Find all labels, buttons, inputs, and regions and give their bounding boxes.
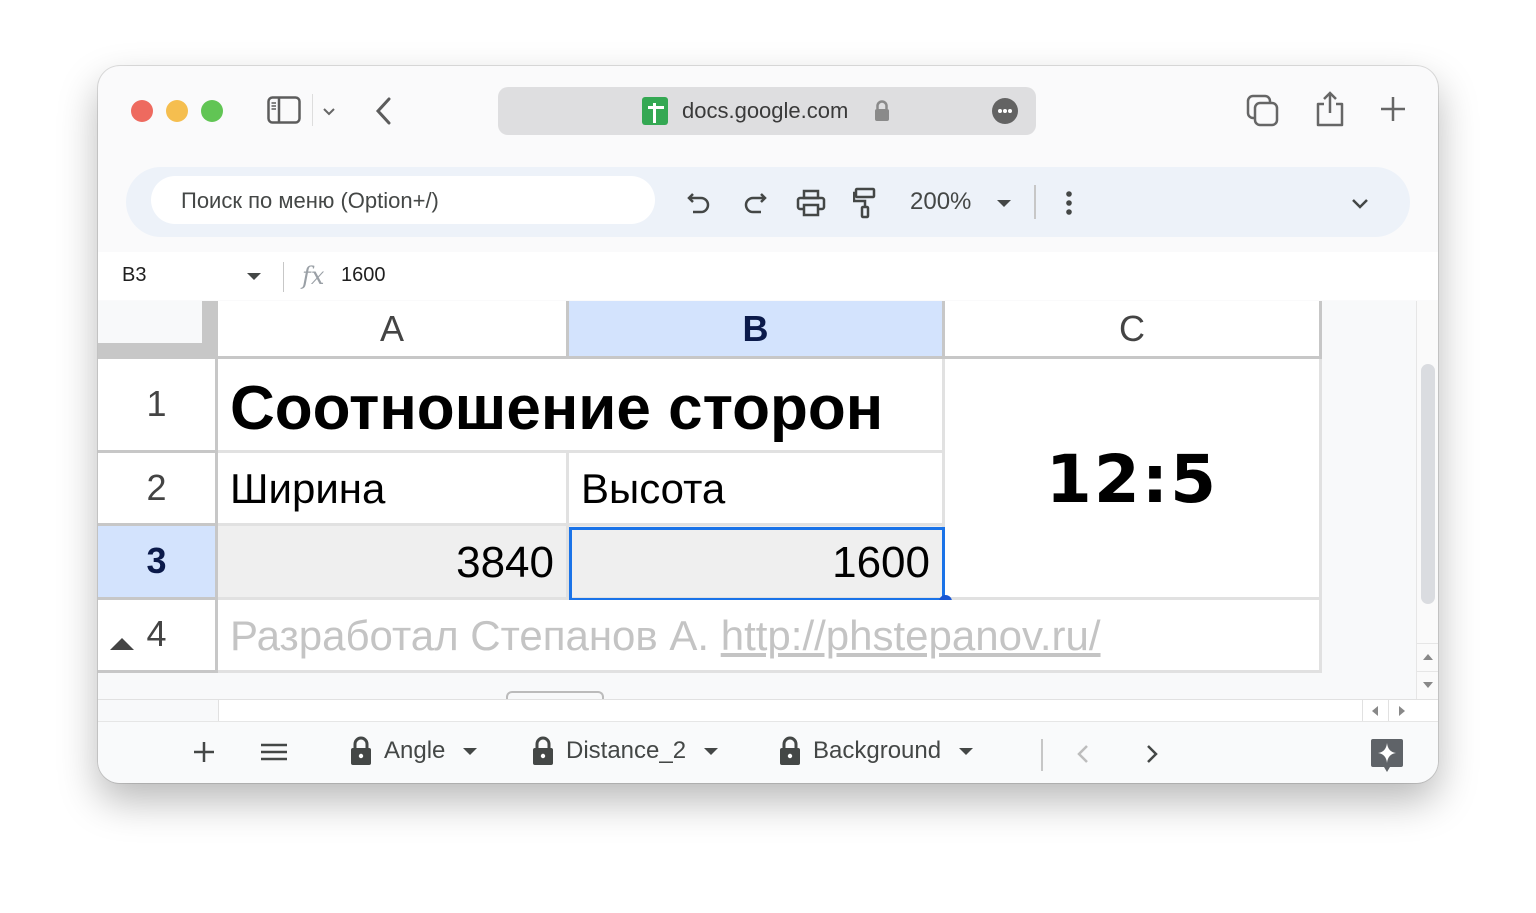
sheet-tab-menu-icon[interactable] xyxy=(704,747,719,755)
zoom-select[interactable]: 200% xyxy=(910,188,971,216)
explore-icon[interactable] xyxy=(1370,738,1404,779)
row-number: 4 xyxy=(146,613,167,654)
print-icon[interactable] xyxy=(796,189,826,224)
browser-window: docs.google.com Поиск по меню (Option+/) xyxy=(98,66,1438,783)
column-header-b[interactable]: B xyxy=(569,301,945,359)
zoom-dropdown-icon[interactable] xyxy=(997,200,1011,207)
paint-format-icon[interactable] xyxy=(852,187,877,226)
width-label: Ширина xyxy=(230,465,386,512)
more-vert-icon[interactable] xyxy=(1065,190,1073,221)
row-header-3[interactable]: 3 xyxy=(98,526,218,600)
google-sheets-icon xyxy=(642,97,668,125)
divider xyxy=(283,262,284,292)
scroll-tabs-right-icon[interactable] xyxy=(1146,744,1158,769)
cell-a4[interactable]: Разработал Степанов А. http://phstepanov… xyxy=(218,600,1322,673)
close-window-button[interactable] xyxy=(131,100,153,122)
collapse-group-icon[interactable] xyxy=(110,638,134,650)
add-sheet-icon[interactable] xyxy=(193,741,215,768)
sheet-tab-menu-icon[interactable] xyxy=(959,747,974,755)
fx-icon: fx xyxy=(302,262,325,290)
sheet-tab-label: Distance_2 xyxy=(566,737,687,764)
sheet-tab-distance-2[interactable]: Distance_2 xyxy=(532,736,719,766)
maximize-window-button[interactable] xyxy=(201,100,223,122)
url-text: docs.google.com xyxy=(682,98,849,123)
divider xyxy=(312,94,313,126)
scroll-down-button[interactable] xyxy=(1417,671,1438,700)
share-icon[interactable] xyxy=(1315,90,1345,133)
more-options-icon[interactable] xyxy=(992,98,1018,124)
scroll-tabs-left-icon[interactable] xyxy=(1077,744,1089,769)
lock-icon xyxy=(351,736,371,765)
sheet-tab-label: Background xyxy=(813,737,942,764)
width-value: 3840 xyxy=(456,538,554,587)
divider xyxy=(1034,185,1036,219)
sheets-toolbar: Поиск по меню (Option+/) 200% xyxy=(126,167,1410,237)
lock-icon xyxy=(780,736,800,765)
formula-bar: B3 fx 1600 xyxy=(98,252,1438,300)
author-link[interactable]: http://phstepanov.ru/ xyxy=(721,612,1101,659)
formula-input[interactable]: 1600 xyxy=(341,264,386,287)
divider xyxy=(1041,739,1043,771)
row-header-4[interactable]: 4 xyxy=(98,600,218,673)
column-header-c[interactable]: C xyxy=(945,301,1322,359)
undo-icon[interactable] xyxy=(687,190,711,223)
scroll-left-button[interactable] xyxy=(1362,700,1389,721)
spreadsheet-grid: A B C 1 2 3 4 Соотношение сторон 12:5 Ши… xyxy=(98,301,1438,701)
all-sheets-icon[interactable] xyxy=(261,743,287,766)
chevron-down-icon[interactable] xyxy=(322,104,336,122)
lock-icon xyxy=(533,736,553,765)
name-box-dropdown-icon[interactable] xyxy=(247,273,261,280)
vertical-scrollbar[interactable] xyxy=(1416,301,1438,699)
horizontal-scrollbar[interactable] xyxy=(98,699,1438,722)
title-text: Соотношение сторон xyxy=(230,374,884,443)
minimize-window-button[interactable] xyxy=(166,100,188,122)
sidebar-toggle-icon[interactable] xyxy=(267,96,301,129)
sheet-tab-background[interactable]: Background xyxy=(779,736,974,766)
column-header-a[interactable]: A xyxy=(218,301,569,359)
sheet-tab-angle[interactable]: Angle xyxy=(350,736,478,766)
scroll-right-button[interactable] xyxy=(1388,700,1415,721)
new-tab-icon[interactable] xyxy=(1380,96,1406,127)
sheet-tab-menu-icon[interactable] xyxy=(463,747,478,755)
height-label: Высота xyxy=(581,465,726,512)
active-cell-selection xyxy=(569,527,945,601)
name-box[interactable]: B3 xyxy=(122,264,146,287)
ratio-result: 12:5 xyxy=(1045,441,1219,518)
address-bar[interactable]: docs.google.com xyxy=(498,87,1036,135)
lock-icon xyxy=(874,100,890,127)
cell-a2[interactable]: Ширина xyxy=(218,453,569,526)
vertical-scroll-thumb[interactable] xyxy=(1421,364,1435,604)
select-all-corner[interactable] xyxy=(98,301,218,359)
author-text: Разработал Степанов А. http://phstepanov… xyxy=(230,612,1101,659)
tabs-overview-icon[interactable] xyxy=(1246,94,1280,133)
back-icon[interactable] xyxy=(374,96,392,131)
sheet-tabs-bar: Angle Distance_2 Background xyxy=(98,721,1438,783)
menu-search-placeholder: Поиск по меню (Option+/) xyxy=(181,188,439,213)
cell-a3[interactable]: 3840 xyxy=(218,526,569,600)
menu-search-input[interactable]: Поиск по меню (Option+/) xyxy=(151,176,655,224)
scroll-up-button[interactable] xyxy=(1417,643,1438,672)
row-header-2[interactable]: 2 xyxy=(98,453,218,526)
row-header-1[interactable]: 1 xyxy=(98,359,218,453)
cell-b2[interactable]: Высота xyxy=(569,453,945,526)
cell-a1[interactable]: Соотношение сторон xyxy=(218,359,945,453)
collapse-toolbar-icon[interactable] xyxy=(1351,197,1369,215)
cell-c1-merged[interactable]: 12:5 xyxy=(945,359,1322,600)
redo-icon[interactable] xyxy=(743,190,767,223)
sheet-tab-label: Angle xyxy=(384,737,446,764)
